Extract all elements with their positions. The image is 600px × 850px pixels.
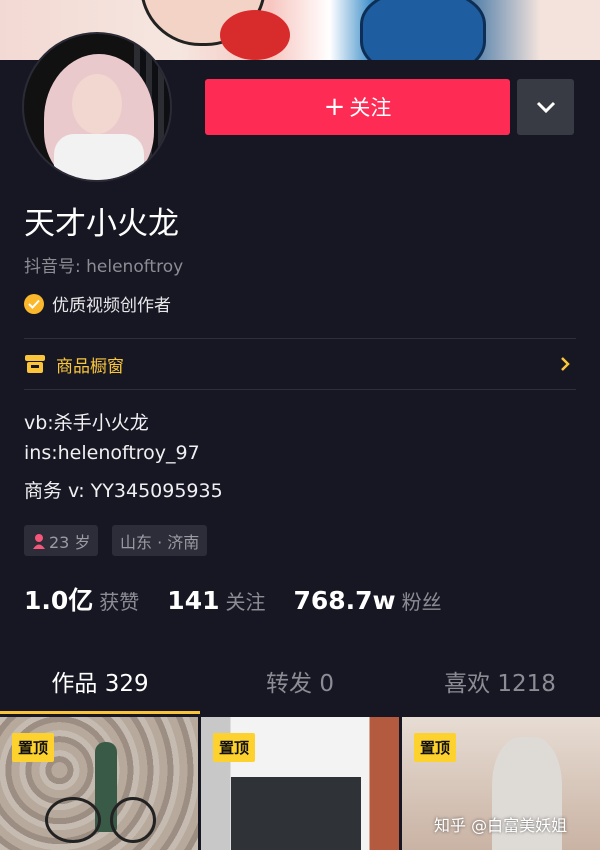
followers-label[interactable]: 粉丝: [402, 586, 442, 615]
likes-label: 获赞: [99, 590, 140, 614]
shop-showcase-row[interactable]: 商品橱窗: [24, 340, 576, 388]
location-tag: 山东 · 济南: [112, 525, 208, 556]
divider: [24, 338, 576, 339]
verified-label: 优质视频创作者: [52, 296, 171, 316]
tab-likes[interactable]: 喜欢 1218: [400, 655, 600, 713]
avatar-face: [72, 74, 122, 134]
tab-indicator: [0, 711, 200, 714]
profile-name: 天才小火龙: [24, 206, 179, 242]
following-label[interactable]: 关注: [225, 586, 265, 615]
thumbnail-wheel: [110, 797, 156, 843]
video-thumbnail[interactable]: 置顶: [201, 717, 399, 850]
following-count[interactable]: 141: [167, 586, 219, 615]
bio-line: vb:杀手小火龙: [24, 412, 149, 434]
follow-button[interactable]: + 关注: [205, 79, 510, 135]
video-thumbnail[interactable]: 置顶: [0, 717, 198, 850]
tab-works[interactable]: 作品 329: [0, 655, 200, 713]
pinned-badge: 置顶: [414, 733, 457, 762]
plus-icon: +: [323, 92, 346, 122]
profile-stats: 1.0亿 获赞 141 关注 768.7w 粉丝: [24, 581, 470, 617]
banner-illustration-hair: [360, 0, 486, 60]
avatar[interactable]: [22, 32, 172, 182]
female-icon: [33, 533, 45, 549]
followers-count[interactable]: 768.7w: [293, 586, 395, 615]
pinned-badge: 置顶: [213, 733, 256, 762]
chevron-right-icon: [561, 357, 570, 371]
bio-line: 商务 v: YY345095935: [24, 480, 223, 502]
shop-label: 商品橱窗: [56, 356, 124, 377]
likes-count: 1.0亿: [24, 586, 94, 615]
banner-illustration-red: [220, 10, 290, 60]
shop-icon: [25, 355, 45, 373]
more-options-button[interactable]: [517, 79, 574, 135]
pinned-badge: 置顶: [12, 733, 55, 762]
age-label: 23 岁: [49, 532, 91, 552]
follow-button-label: 关注: [349, 96, 392, 120]
thumbnail-wheel: [45, 797, 101, 843]
tab-reposts[interactable]: 转发 0: [200, 655, 400, 713]
douyin-id: 抖音号: helenoftroy: [24, 257, 184, 277]
content-tabs: 作品 329 转发 0 喜欢 1218: [0, 655, 600, 713]
bio-line: ins:helenoftroy_97: [24, 442, 200, 464]
chevron-down-icon: [536, 101, 555, 114]
check-badge-icon: [24, 293, 44, 314]
verified-badge: 优质视频创作者: [24, 291, 171, 316]
watermark: 知乎 @白富美妖姐: [434, 816, 568, 835]
divider: [24, 389, 576, 390]
age-tag: 23 岁: [24, 525, 99, 556]
thumbnail-garage: [231, 777, 361, 850]
location-label: 山东 · 济南: [120, 532, 200, 552]
avatar-shirt: [54, 134, 144, 180]
